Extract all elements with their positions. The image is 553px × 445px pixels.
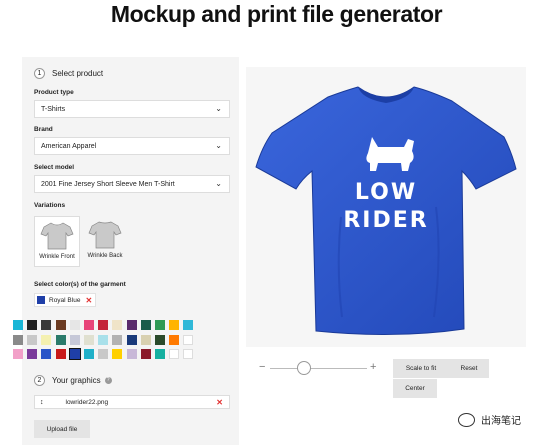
- color-swatch[interactable]: [84, 320, 94, 330]
- color-swatch[interactable]: [112, 334, 123, 345]
- color-swatch[interactable]: [155, 349, 165, 359]
- step-title: Your graphics: [52, 375, 101, 385]
- color-swatch[interactable]: [41, 320, 52, 330]
- scale-to-fit-button[interactable]: Scale to fit: [393, 359, 449, 378]
- color-swatch[interactable]: [68, 348, 81, 360]
- chevron-down-icon: ⌄: [215, 179, 222, 188]
- color-swatch[interactable]: [169, 349, 180, 359]
- step-number: 2: [34, 374, 45, 386]
- zoom-slider-track[interactable]: [270, 368, 367, 369]
- color-swatch[interactable]: [155, 320, 165, 330]
- color-swatch[interactable]: [183, 349, 194, 359]
- selected-color-chip: Royal Blue ✕: [34, 293, 97, 307]
- color-swatch[interactable]: [13, 320, 23, 330]
- color-swatch[interactable]: [55, 334, 66, 345]
- color-swatch[interactable]: [27, 349, 38, 359]
- drag-handle-icon[interactable]: ↕: [40, 399, 44, 406]
- color-swatch[interactable]: [112, 349, 123, 359]
- color-swatch[interactable]: [69, 320, 80, 330]
- color-swatch[interactable]: [169, 334, 180, 345]
- file-name: lowrider22.png: [65, 398, 109, 406]
- zoom-in-icon[interactable]: +: [370, 361, 376, 373]
- zoom-slider-handle[interactable]: [296, 361, 311, 375]
- color-swatch[interactable]: [84, 334, 94, 345]
- color-swatch[interactable]: [98, 320, 109, 330]
- color-swatch[interactable]: [140, 334, 151, 345]
- color-swatch[interactable]: [112, 320, 123, 330]
- brand-label: Brand: [34, 126, 53, 133]
- color-swatch[interactable]: [13, 349, 23, 359]
- color-swatch[interactable]: [183, 334, 194, 345]
- print-text-line2: RIDER: [343, 208, 428, 233]
- watermark-text: 出海笔记: [481, 416, 521, 427]
- chevron-down-icon: ⌄: [215, 141, 222, 150]
- selected-color-name: Royal Blue: [49, 296, 81, 304]
- color-swatch[interactable]: [98, 349, 109, 359]
- print-text-line1: LOW: [355, 180, 417, 205]
- color-swatch[interactable]: [126, 334, 137, 345]
- model-value: 2001 Fine Jersey Short Sleeve Men T-Shir…: [41, 180, 175, 188]
- garment-color-label: Select color(s) of the garment: [34, 281, 126, 288]
- model-select[interactable]: 2001 Fine Jersey Short Sleeve Men T-Shir…: [34, 175, 230, 193]
- product-type-select[interactable]: T-Shirts ⌄: [34, 100, 230, 118]
- color-swatch[interactable]: [183, 320, 194, 330]
- tshirt-back-icon: [88, 221, 122, 249]
- reset-button[interactable]: Reset: [449, 359, 489, 378]
- color-swatch[interactable]: [27, 334, 38, 345]
- variation-wrinkle-back[interactable]: Wrinkle Back: [82, 216, 128, 267]
- color-swatch[interactable]: [55, 320, 66, 330]
- brand-value: American Apparel: [41, 142, 97, 150]
- color-swatch[interactable]: [84, 349, 94, 359]
- color-swatch[interactable]: [98, 334, 109, 345]
- chevron-down-icon: ⌄: [215, 104, 222, 113]
- variation-wrinkle-front[interactable]: Wrinkle Front: [34, 216, 80, 267]
- color-swatch[interactable]: [140, 320, 151, 330]
- variation-label: Wrinkle Front: [39, 254, 75, 260]
- step-title: Select product: [52, 68, 104, 78]
- color-swatch[interactable]: [41, 349, 52, 359]
- color-swatch[interactable]: [13, 334, 23, 345]
- product-type-label: Product type: [34, 89, 74, 96]
- color-swatch[interactable]: [169, 320, 180, 330]
- mockup-preview: LOW RIDER: [246, 67, 526, 347]
- color-swatch[interactable]: [126, 320, 137, 330]
- color-swatch[interactable]: [69, 334, 80, 345]
- color-swatch[interactable]: [27, 320, 38, 330]
- color-swatch[interactable]: [55, 349, 66, 359]
- product-type-value: T-Shirts: [41, 105, 66, 113]
- watermark: 出海笔记: [458, 412, 521, 427]
- wechat-icon: [458, 412, 475, 427]
- tshirt-mockup-image: LOW RIDER: [255, 86, 517, 336]
- color-swatch[interactable]: [126, 349, 137, 359]
- page-title: Mockup and print file generator: [110, 1, 443, 27]
- step-select-product: 1 Select product: [34, 65, 103, 81]
- remove-color-icon[interactable]: ✕: [85, 296, 92, 305]
- zoom-out-icon[interactable]: −: [259, 361, 265, 373]
- color-swatch[interactable]: [140, 349, 151, 359]
- color-swatch[interactable]: [41, 334, 52, 345]
- info-icon[interactable]: ?: [104, 376, 112, 384]
- color-swatch[interactable]: [155, 334, 165, 345]
- graphic-file-row[interactable]: ↕ lowrider22.png ✕: [34, 395, 230, 409]
- model-label: Select model: [34, 164, 75, 171]
- center-button[interactable]: Center: [393, 379, 437, 398]
- brand-select[interactable]: American Apparel ⌄: [34, 137, 230, 155]
- step-your-graphics: 2 Your graphics ?: [34, 372, 112, 388]
- tshirt-front-icon: [40, 222, 74, 250]
- remove-file-icon[interactable]: ✕: [216, 398, 223, 407]
- color-swatch: [37, 296, 45, 304]
- step-number: 1: [34, 67, 45, 79]
- variations-label: Variations: [34, 202, 66, 209]
- upload-file-button[interactable]: Upload file: [34, 420, 90, 438]
- variation-label: Wrinkle Back: [87, 253, 123, 259]
